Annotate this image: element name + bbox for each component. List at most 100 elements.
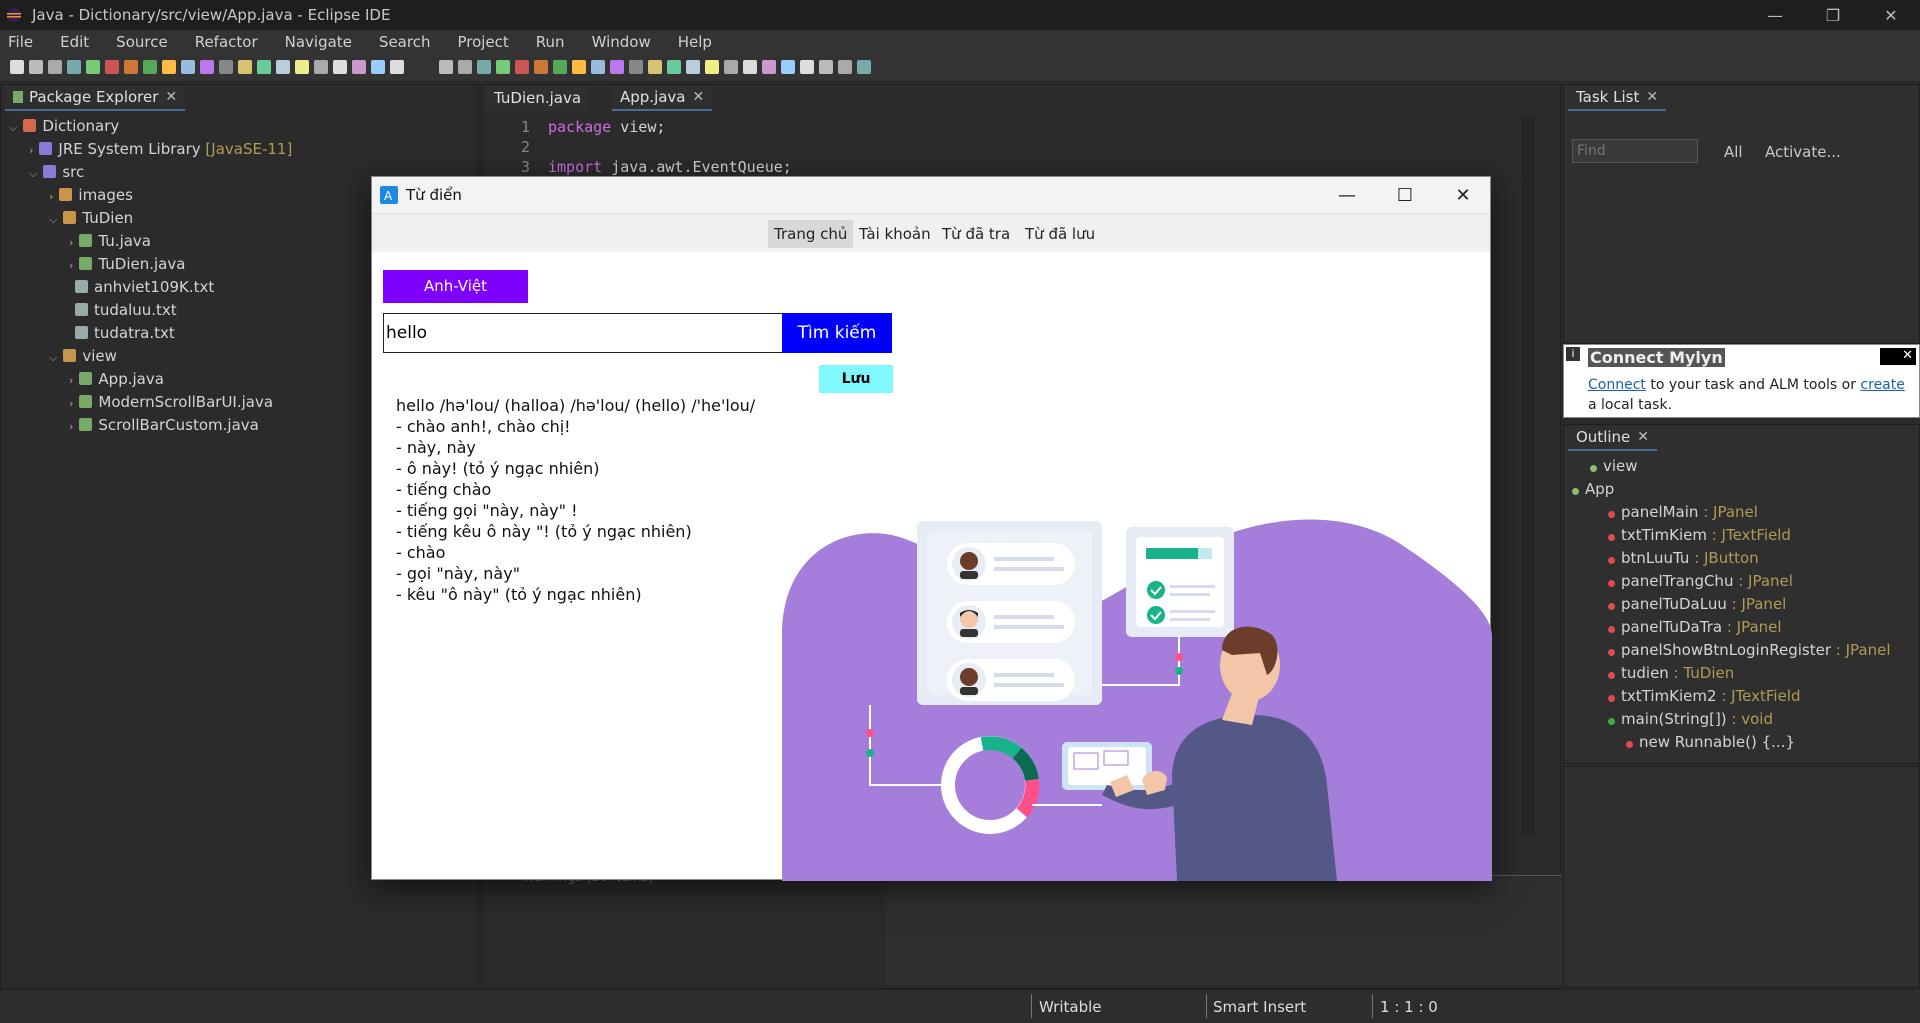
tree-item[interactable]: ⌵ view: [49, 345, 117, 368]
tab-tu-da-luu[interactable]: Từ đã lưu: [1019, 220, 1101, 248]
chevron-down-icon[interactable]: ⌵: [49, 351, 57, 364]
tree-item[interactable]: ⌵ src: [29, 161, 84, 184]
tree-item[interactable]: › ScrollBarCustom.java: [69, 414, 259, 437]
menu-edit[interactable]: Edit: [60, 33, 89, 51]
tree-item[interactable]: tudaluu.txt: [69, 299, 177, 322]
toolbar-icon[interactable]: [124, 60, 138, 74]
toolbar-icon[interactable]: [352, 60, 366, 74]
toolbar-icon[interactable]: [276, 60, 290, 74]
toolbar-icon[interactable]: [724, 60, 738, 74]
menu-search[interactable]: Search: [379, 33, 431, 51]
toolbar-icon[interactable]: [667, 60, 681, 74]
search-input[interactable]: [383, 313, 786, 353]
toolbar-icon[interactable]: [648, 60, 662, 74]
search-button[interactable]: Tìm kiếm: [782, 313, 892, 353]
menu-navigate[interactable]: Navigate: [285, 33, 352, 51]
toolbar-icon[interactable]: [390, 60, 404, 74]
toolbar-icon[interactable]: [314, 60, 328, 74]
toolbar-icon[interactable]: [800, 60, 814, 74]
toolbar-icon[interactable]: [743, 60, 757, 74]
task-activate-link[interactable]: Activate...: [1765, 143, 1841, 161]
tree-item[interactable]: anhviet109K.txt: [69, 276, 214, 299]
create-link[interactable]: create: [1860, 377, 1904, 393]
menu-help[interactable]: Help: [678, 33, 712, 51]
tree-item[interactable]: ⌵ TuDien: [49, 207, 133, 230]
maximize-button[interactable]: ❐: [1804, 0, 1862, 30]
outline-item[interactable]: panelMain : JPanel: [1608, 501, 1758, 524]
chevron-down-icon[interactable]: ⌵: [29, 167, 37, 180]
tree-item[interactable]: › Tu.java: [69, 230, 151, 253]
task-all-link[interactable]: All: [1724, 143, 1743, 161]
toolbar-icon[interactable]: [515, 60, 529, 74]
toolbar-icon[interactable]: [819, 60, 833, 74]
menu-file[interactable]: File: [8, 33, 33, 51]
tab-tu-da-tra[interactable]: Từ đã tra: [936, 220, 1016, 248]
outline-item[interactable]: App: [1572, 478, 1614, 501]
chevron-down-icon[interactable]: ⌵: [9, 121, 17, 134]
language-toggle-button[interactable]: Anh-Việt: [383, 270, 528, 303]
outline-item[interactable]: txtTimKiem : JTextField: [1608, 524, 1791, 547]
chevron-down-icon[interactable]: ⌵: [49, 213, 57, 226]
toolbar-icon[interactable]: [762, 60, 776, 74]
close-icon[interactable]: ✕: [693, 89, 705, 105]
tree-item[interactable]: › ModernScrollBarUI.java: [69, 391, 273, 414]
close-icon[interactable]: ✕: [1880, 348, 1916, 365]
toolbar-icon[interactable]: [143, 60, 157, 74]
toolbar-icon[interactable]: [458, 60, 472, 74]
outline-item[interactable]: view: [1590, 455, 1638, 478]
toolbar-icon[interactable]: [686, 60, 700, 74]
toolbar-icon[interactable]: [10, 60, 24, 74]
chevron-right-icon[interactable]: ›: [69, 397, 73, 410]
toolbar-icon[interactable]: [534, 60, 548, 74]
toolbar-icon[interactable]: [629, 60, 643, 74]
tree-item[interactable]: tudatra.txt: [69, 322, 175, 345]
toolbar-icon[interactable]: [295, 60, 309, 74]
code-line[interactable]: package view;: [548, 117, 665, 137]
outline-item[interactable]: panelShowBtnLoginRegister : JPanel: [1608, 639, 1890, 662]
toolbar-icon[interactable]: [238, 60, 252, 74]
menu-refactor[interactable]: Refactor: [195, 33, 258, 51]
tab-package-explorer[interactable]: Package Explorer ✕: [5, 85, 186, 111]
toolbar-icon[interactable]: [591, 60, 605, 74]
outline-item[interactable]: panelTuDaTra : JPanel: [1608, 616, 1782, 639]
chevron-right-icon[interactable]: ›: [29, 144, 33, 157]
menu-project[interactable]: Project: [457, 33, 508, 51]
toolbar-icon[interactable]: [610, 60, 624, 74]
task-find-input[interactable]: [1572, 139, 1698, 163]
close-icon[interactable]: ✕: [165, 89, 177, 105]
chevron-right-icon[interactable]: ›: [69, 420, 73, 433]
toolbar-icon[interactable]: [705, 60, 719, 74]
outline-item[interactable]: txtTimKiem2 : JTextField: [1608, 685, 1801, 708]
toolbar-icon[interactable]: [838, 60, 852, 74]
toolbar-icon[interactable]: [477, 60, 491, 74]
tab-task-list[interactable]: Task List ✕: [1568, 85, 1667, 111]
close-icon[interactable]: ✕: [1637, 429, 1649, 445]
toolbar-icon[interactable]: [371, 60, 385, 74]
toolbar-icon[interactable]: [572, 60, 586, 74]
menu-window[interactable]: Window: [592, 33, 651, 51]
dialog-close-button[interactable]: ✕: [1434, 177, 1492, 214]
toolbar-icon[interactable]: [162, 60, 176, 74]
tab-outline[interactable]: Outline ✕: [1568, 425, 1657, 451]
tree-item[interactable]: ⌵ Dictionary: [9, 115, 119, 138]
toolbar-icon[interactable]: [67, 60, 81, 74]
tree-item[interactable]: › images: [49, 184, 133, 207]
outline-item[interactable]: btnLuuTu : JButton: [1608, 547, 1759, 570]
toolbar-icon[interactable]: [29, 60, 43, 74]
toolbar-icon[interactable]: [496, 60, 510, 74]
toolbar-icon[interactable]: [781, 60, 795, 74]
outline-item[interactable]: panelTuDaLuu : JPanel: [1608, 593, 1786, 616]
editor-scrollbar[interactable]: [1522, 115, 1534, 835]
code-line[interactable]: import java.awt.EventQueue;: [548, 157, 792, 177]
close-button[interactable]: ✕: [1862, 0, 1920, 30]
outline-item[interactable]: tudien : TuDien: [1608, 662, 1734, 685]
chevron-right-icon[interactable]: ›: [69, 374, 73, 387]
tab-tai-khoan[interactable]: Tài khoản: [853, 220, 937, 248]
tab-trang-chu[interactable]: Trang chủ: [768, 220, 854, 248]
tree-item[interactable]: › TuDien.java: [69, 253, 185, 276]
dialog-maximize-button[interactable]: ☐: [1376, 177, 1434, 214]
dialog-minimize-button[interactable]: —: [1318, 177, 1376, 214]
minimize-button[interactable]: —: [1746, 0, 1804, 30]
outline-item[interactable]: main(String[]) : void: [1608, 708, 1773, 731]
toolbar-icon[interactable]: [333, 60, 347, 74]
